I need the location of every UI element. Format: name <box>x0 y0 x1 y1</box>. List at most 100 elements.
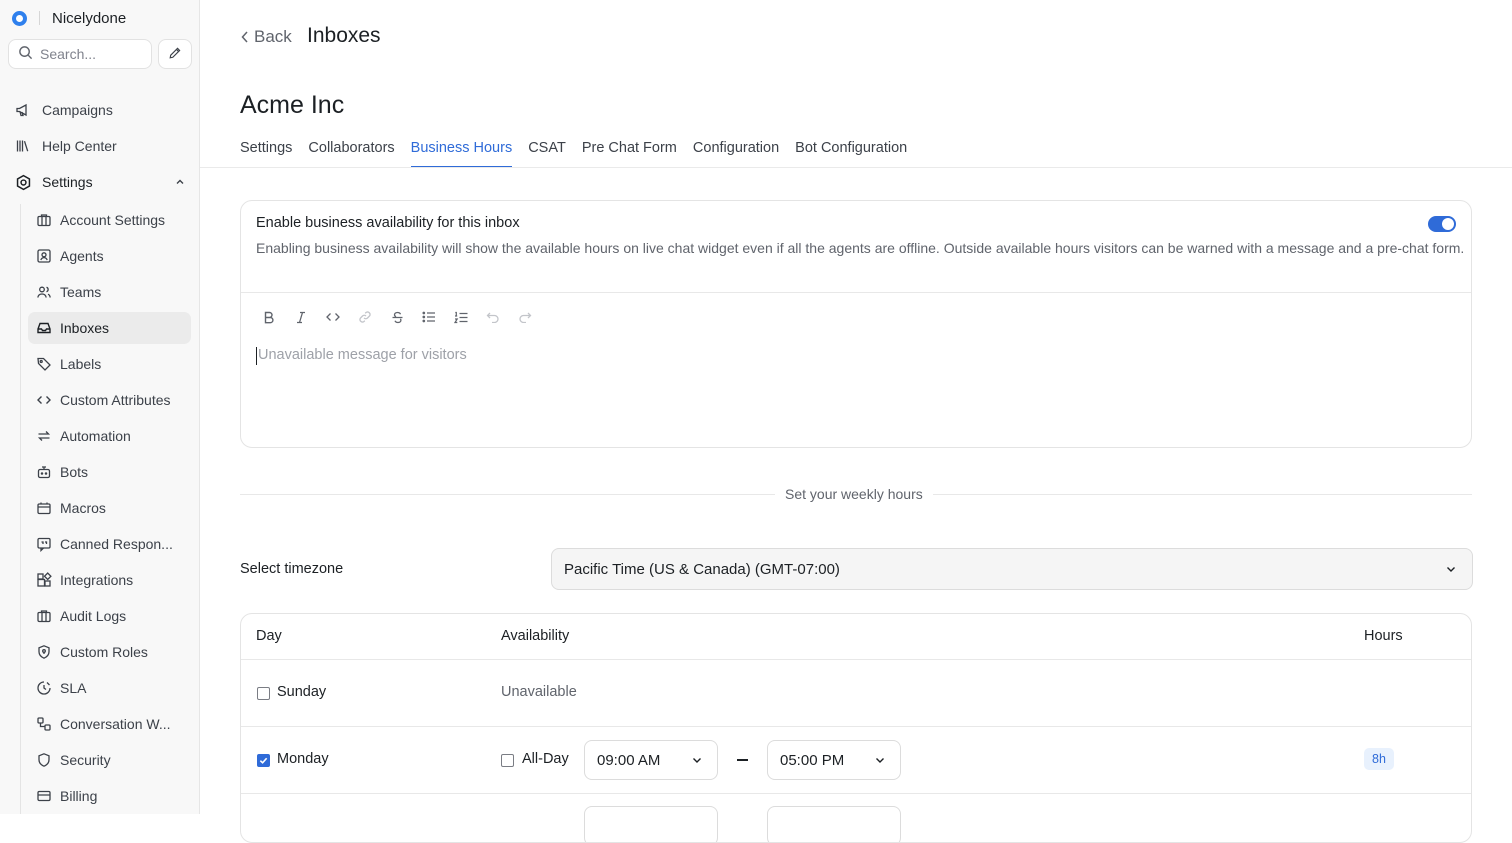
workflow-icon <box>35 715 53 733</box>
weekly-hours-label: Set your weekly hours <box>775 486 933 502</box>
availability-title: Enable business availability for this in… <box>256 215 520 231</box>
link-icon[interactable] <box>349 306 381 328</box>
day-label-monday: Monday <box>277 751 329 767</box>
sidebar-item-sla[interactable]: SLA <box>28 672 191 704</box>
chevron-left-icon <box>240 30 250 44</box>
from-time-value: 09:00 AM <box>597 751 661 769</box>
sidebar-item-label: Integrations <box>60 572 134 588</box>
sidebar-item-bots[interactable]: Bots <box>28 456 191 488</box>
undo-icon[interactable] <box>477 306 509 328</box>
redo-icon[interactable] <box>509 306 541 328</box>
code-icon[interactable] <box>317 306 349 328</box>
italic-icon[interactable] <box>285 306 317 328</box>
bullet-list-icon[interactable] <box>413 306 445 328</box>
to-time-value: 05:00 PM <box>780 751 845 769</box>
sidebar-item-automation[interactable]: Automation <box>28 420 191 452</box>
inbox-name: Acme Inc <box>240 91 345 119</box>
availability-toggle[interactable] <box>1428 216 1456 232</box>
inbox-tabs: Settings Collaborators Business Hours CS… <box>240 133 923 168</box>
sidebar-item-audit-logs[interactable]: Audit Logs <box>28 600 191 632</box>
nav-settings[interactable]: Settings <box>8 166 192 198</box>
tab-csat[interactable]: CSAT <box>528 133 566 168</box>
nav-label: Help Center <box>42 138 117 154</box>
row-divider <box>241 793 1471 794</box>
bold-icon[interactable] <box>253 306 285 328</box>
sidebar-item-inboxes[interactable]: Inboxes <box>28 312 191 344</box>
monday-to-time-select[interactable]: 05:00 PM <box>767 740 901 780</box>
sidebar-item-integrations[interactable]: Integrations <box>28 564 191 596</box>
monday-from-time-select[interactable]: 09:00 AM <box>584 740 718 780</box>
numbered-list-icon[interactable] <box>445 306 477 328</box>
column-header-hours: Hours <box>1364 628 1403 644</box>
timezone-value: Pacific Time (US & Canada) (GMT-07:00) <box>564 560 840 578</box>
monday-hours-badge: 8h <box>1364 748 1394 770</box>
sidebar-item-agents[interactable]: Agents <box>28 240 191 272</box>
tab-configuration[interactable]: Configuration <box>693 133 779 168</box>
tab-business-hours[interactable]: Business Hours <box>410 133 512 168</box>
sidebar-item-security[interactable]: Security <box>28 744 191 776</box>
sidebar-item-label: Custom Attributes <box>60 392 171 408</box>
sidebar-item-macros[interactable]: Macros <box>28 492 191 524</box>
sidebar-item-label: Account Settings <box>60 212 166 228</box>
tab-bot-configuration[interactable]: Bot Configuration <box>795 133 907 168</box>
search-box[interactable] <box>8 39 152 69</box>
sidebar-item-label: Labels <box>60 356 102 372</box>
automation-icon <box>35 427 53 445</box>
timezone-label: Select timezone <box>240 561 344 577</box>
briefcase-icon <box>35 211 53 229</box>
strikethrough-icon[interactable] <box>381 306 413 328</box>
settings-icon <box>14 173 32 191</box>
sidebar-item-label: Audit Logs <box>60 608 127 624</box>
inbox-icon <box>35 319 53 337</box>
settings-subnav-rail <box>20 204 21 814</box>
tab-collaborators[interactable]: Collaborators <box>308 133 394 168</box>
sidebar-item-label: Conversation W... <box>60 716 171 732</box>
timezone-select[interactable]: Pacific Time (US & Canada) (GMT-07:00) <box>551 548 1473 590</box>
chevron-up-icon[interactable] <box>174 175 186 191</box>
compose-button[interactable] <box>158 39 192 69</box>
nav-campaigns[interactable]: Campaigns <box>8 94 192 126</box>
sidebar-item-canned-responses[interactable]: Canned Respon... <box>28 528 191 560</box>
sidebar-item-account-settings[interactable]: Account Settings <box>28 204 191 236</box>
main-content: Back Inboxes Acme Inc Settings Collabora… <box>200 0 1512 843</box>
next-row-to-time-select[interactable] <box>767 806 901 842</box>
sidebar-item-label: Teams <box>60 284 102 300</box>
sidebar-item-billing[interactable]: Billing <box>28 780 191 812</box>
card-divider <box>241 292 1471 293</box>
sidebar-item-custom-attributes[interactable]: Custom Attributes <box>28 384 191 416</box>
brand-logo-icon <box>12 10 27 26</box>
security-icon <box>35 751 53 769</box>
chevron-down-icon <box>690 753 704 771</box>
chevron-down-icon <box>1444 562 1458 580</box>
next-row-from-time-select[interactable] <box>584 806 718 842</box>
back-label: Back <box>254 27 292 46</box>
sidebar-item-conversation-workflow[interactable]: Conversation W... <box>28 708 191 740</box>
header-divider <box>241 659 1471 660</box>
audit-log-icon <box>35 607 53 625</box>
monday-checkbox[interactable] <box>257 754 270 767</box>
sunday-checkbox[interactable] <box>257 687 270 700</box>
sunday-availability: Unavailable <box>501 684 577 700</box>
billing-icon <box>35 787 53 805</box>
back-button[interactable]: Back <box>240 27 292 47</box>
sidebar-item-label: Bots <box>60 464 89 480</box>
sidebar-item-labels[interactable]: Labels <box>28 348 191 380</box>
tab-settings[interactable]: Settings <box>240 133 292 168</box>
sidebar-item-teams[interactable]: Teams <box>28 276 191 308</box>
time-range-dash <box>737 759 748 761</box>
nav-label: Settings <box>42 174 93 190</box>
monday-all-day-checkbox[interactable] <box>501 754 514 767</box>
column-header-availability: Availability <box>501 628 570 644</box>
column-header-day: Day <box>256 628 282 644</box>
nav-help-center[interactable]: Help Center <box>8 130 192 162</box>
page-title: Inboxes <box>307 24 381 47</box>
tabs-divider <box>200 167 1512 168</box>
tab-pre-chat-form[interactable]: Pre Chat Form <box>582 133 677 168</box>
search-input[interactable] <box>40 46 140 62</box>
sidebar-item-custom-roles[interactable]: Custom Roles <box>28 636 191 668</box>
unavailable-message-editor[interactable]: Unavailable message for visitors <box>256 347 467 365</box>
sidebar-item-label: Inboxes <box>60 320 110 336</box>
tag-icon <box>35 355 53 373</box>
business-hours-table: Day Availability Hours Sunday Unavailabl… <box>240 613 1472 843</box>
brand[interactable]: Nicelydone <box>12 8 126 28</box>
